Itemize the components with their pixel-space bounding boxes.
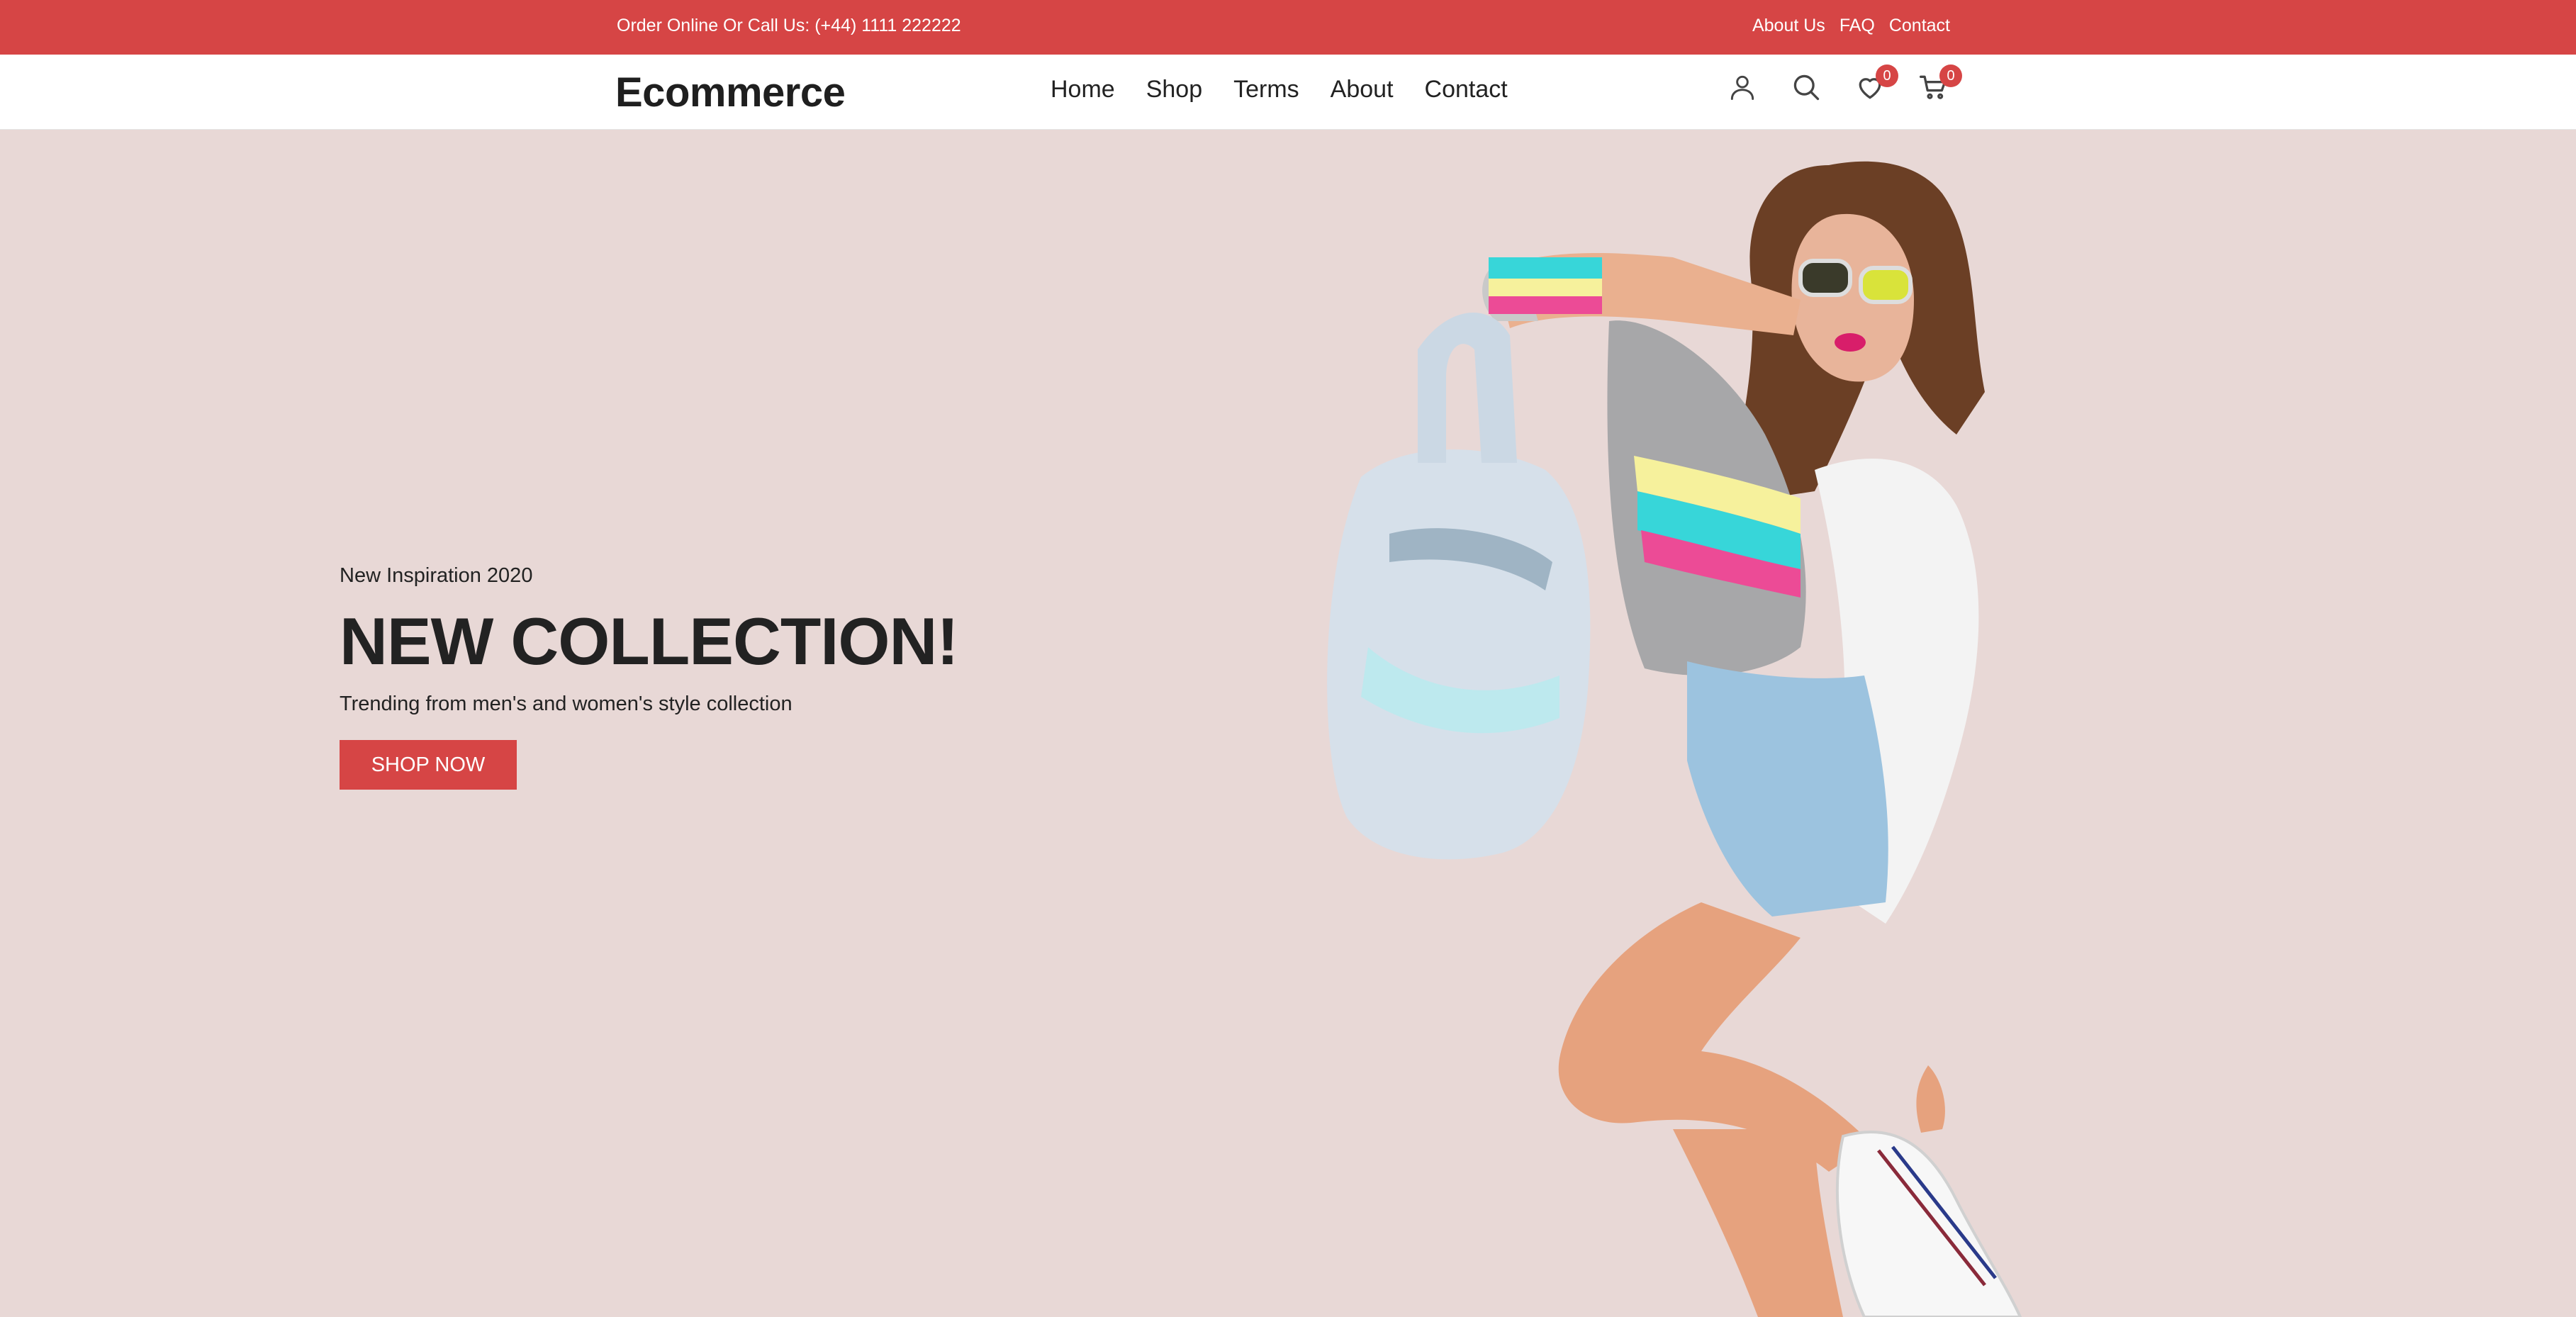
top-bar: Order Online Or Call Us: (+44) 1111 2222… <box>0 0 2576 55</box>
hero-tagline: Trending from men's and women's style co… <box>340 693 793 715</box>
top-link-about-us[interactable]: About Us <box>1752 16 1825 36</box>
hero-headline: NEW COLLECTION! <box>340 604 959 678</box>
nav-shop[interactable]: Shop <box>1146 76 1202 103</box>
main-header: Ecommerce Home Shop Terms About Contact … <box>0 55 2576 130</box>
nav-home[interactable]: Home <box>1051 76 1115 103</box>
order-phone-text: Order Online Or Call Us: (+44) 1111 2222… <box>617 16 961 35</box>
main-nav: Home Shop Terms About Contact <box>1051 76 1508 103</box>
nav-contact[interactable]: Contact <box>1425 76 1508 103</box>
top-link-contact[interactable]: Contact <box>1889 16 1950 36</box>
site-logo[interactable]: Ecommerce <box>615 69 846 116</box>
wishlist-count-badge: 0 <box>1876 65 1898 87</box>
top-link-faq[interactable]: FAQ <box>1839 16 1875 36</box>
nav-about[interactable]: About <box>1331 76 1394 103</box>
hero-banner: New Inspiration 2020 NEW COLLECTION! Tre… <box>0 130 2576 1317</box>
header-icons: 0 0 <box>1727 65 1962 103</box>
hero-text: New Inspiration 2020 NEW COLLECTION! Tre… <box>340 564 959 790</box>
cart-count-badge: 0 <box>1939 65 1962 87</box>
top-links: About Us FAQ Contact <box>1752 16 1950 36</box>
shop-now-button[interactable]: SHOP NOW <box>340 740 517 790</box>
user-icon[interactable] <box>1727 72 1758 103</box>
wishlist-heart-icon[interactable]: 0 <box>1854 65 1898 103</box>
cart-icon[interactable]: 0 <box>1918 65 1962 103</box>
nav-terms[interactable]: Terms <box>1233 76 1299 103</box>
hero-model-image <box>1327 161 2022 1317</box>
hero-subtitle: New Inspiration 2020 <box>340 564 533 587</box>
search-icon[interactable] <box>1791 72 1822 103</box>
